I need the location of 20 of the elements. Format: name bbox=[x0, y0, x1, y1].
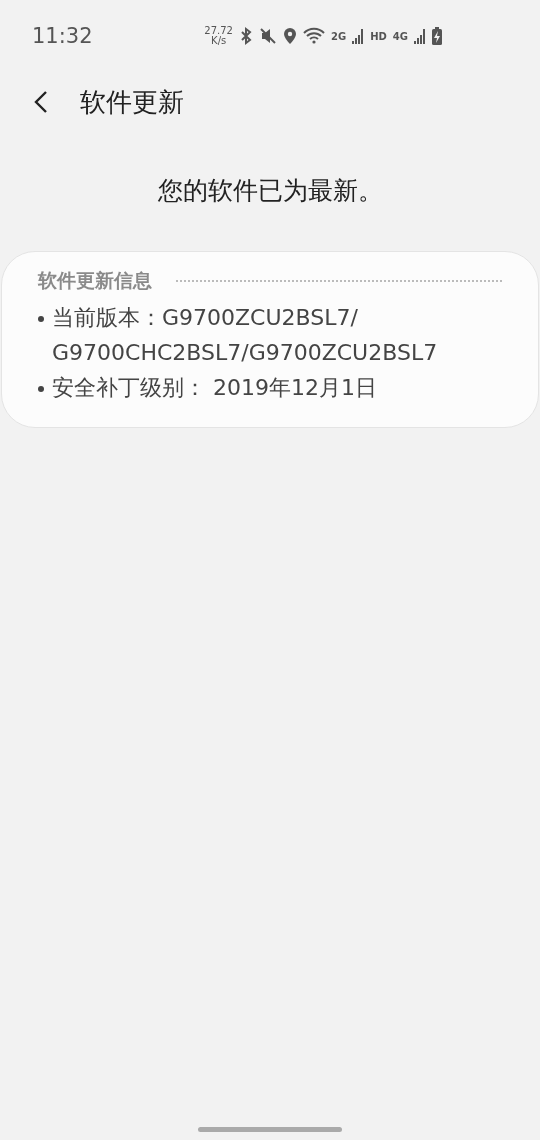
status-time: 11:32 bbox=[32, 24, 93, 48]
bluetooth-icon bbox=[239, 27, 253, 45]
mute-icon bbox=[259, 27, 277, 45]
info-text: 当前版本：G9700ZCU2BSL7/ G9700CHC2BSL7/G9700ZCU2BSL7 bbox=[52, 304, 438, 367]
signal-icon bbox=[414, 27, 426, 45]
status-message: 您的软件已为最新。 bbox=[156, 175, 384, 207]
card-heading: 软件更新信息 bbox=[38, 268, 152, 293]
wifi-icon bbox=[303, 27, 325, 45]
network-speed-unit: K/s bbox=[211, 36, 227, 46]
bullet-icon bbox=[38, 386, 44, 392]
location-icon bbox=[283, 27, 297, 45]
hd-label: HD bbox=[370, 30, 387, 42]
battery-charging-icon bbox=[432, 27, 442, 45]
signal-icon bbox=[352, 27, 365, 45]
network-speed: 27.72 bbox=[204, 26, 233, 36]
page-title: 软件更新 bbox=[80, 85, 184, 119]
network-type-label: 4G bbox=[392, 30, 408, 42]
bullet-icon bbox=[38, 316, 44, 322]
network-type-label: 2G bbox=[331, 30, 347, 42]
info-text: 安全补丁级别： 2019年12月1日 bbox=[52, 374, 377, 402]
